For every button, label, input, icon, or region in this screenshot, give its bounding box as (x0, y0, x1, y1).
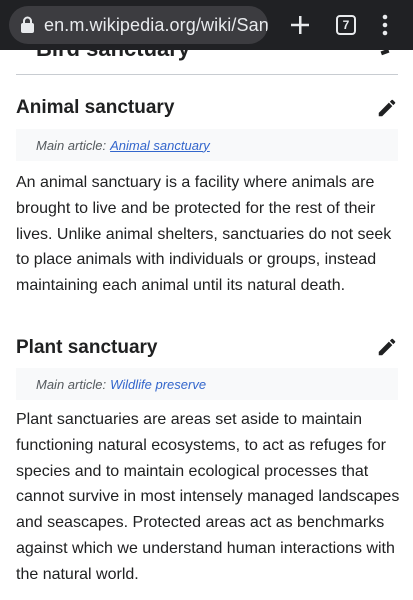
hatnote-prefix: Main article: (36, 376, 107, 392)
section-paragraph: An animal sanctuary is a facility where … (16, 174, 392, 295)
url-text: en.m.wikipedia.org/wiki/Sanctu (44, 14, 268, 35)
edit-pencil-icon[interactable] (376, 336, 398, 358)
hatnote: Main article: Animal sanctuary (16, 129, 398, 161)
lock-icon (21, 16, 34, 33)
new-tab-icon[interactable] (290, 14, 310, 36)
tab-count: 7 (342, 18, 350, 32)
main-article-link[interactable]: Wildlife preserve (110, 377, 206, 392)
section-heading-plant-sanctuary: Plant sanctuary (16, 337, 158, 358)
section-paragraph: Plant sanctuaries are areas set aside to… (16, 411, 400, 583)
edit-pencil-icon[interactable] (376, 97, 398, 119)
tab-switcher-button[interactable]: 7 (336, 15, 356, 35)
address-bar[interactable]: en.m.wikipedia.org/wiki/Sanctu (9, 6, 268, 44)
hatnote: Main article: Wildlife preserve (16, 368, 398, 400)
previous-edit-icon-fragment (380, 50, 390, 56)
section-heading-animal-sanctuary: Animal sanctuary (16, 97, 175, 118)
more-menu-icon[interactable] (380, 14, 390, 36)
browser-toolbar: en.m.wikipedia.org/wiki/Sanctu 7 (0, 0, 413, 50)
previous-section-heading-fragment: Bird sanctuary (36, 50, 296, 62)
section-divider (16, 74, 398, 75)
hatnote-prefix: Main article: (36, 137, 107, 153)
main-article-link[interactable]: Animal sanctuary (110, 138, 210, 153)
